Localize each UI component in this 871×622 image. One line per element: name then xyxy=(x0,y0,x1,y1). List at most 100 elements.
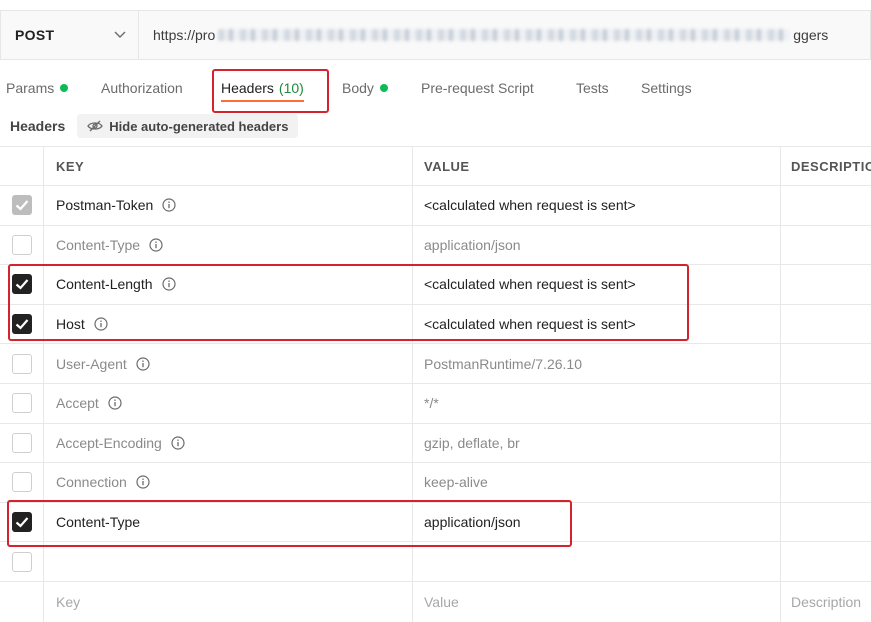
header-key: Accept xyxy=(56,395,99,412)
header-value: PostmanRuntime/7.26.10 xyxy=(424,355,582,372)
header-key: Postman-Token xyxy=(56,197,154,214)
row-checkbox[interactable] xyxy=(11,393,32,414)
table-row: Postman-Token <calculated when request is… xyxy=(0,186,871,226)
header-key-cell[interactable]: Connection xyxy=(44,463,413,502)
request-url-bar: POST https://pro ggers xyxy=(0,10,871,60)
info-icon[interactable] xyxy=(94,317,108,331)
row-checkbox-cell xyxy=(0,463,44,502)
headers-toolbar: Headers Hide auto-generated headers xyxy=(10,114,299,138)
header-value-cell[interactable]: application/json xyxy=(413,225,781,265)
new-value-input[interactable] xyxy=(413,542,781,581)
request-tabs: Params Authorization Headers (10) Body P… xyxy=(0,68,871,108)
tab-pre-request-script[interactable]: Pre-request Script xyxy=(421,68,534,108)
table-body: Postman-Token <calculated when request is… xyxy=(0,186,871,543)
header-key: Content-Length xyxy=(56,276,153,293)
header-value-cell[interactable]: gzip, deflate, br xyxy=(413,423,781,463)
info-icon[interactable] xyxy=(171,436,185,450)
row-checkbox[interactable] xyxy=(11,314,32,335)
header-description-cell[interactable] xyxy=(781,503,871,542)
tab-params[interactable]: Params xyxy=(6,68,69,108)
table-row: Connection keep-alive xyxy=(0,463,871,503)
header-value-cell[interactable]: <calculated when request is sent> xyxy=(413,265,781,304)
header-value: <calculated when request is sent> xyxy=(424,316,636,333)
tab-tests[interactable]: Tests xyxy=(576,68,609,108)
info-icon[interactable] xyxy=(161,277,176,292)
header-value-cell[interactable]: keep-alive xyxy=(413,463,781,502)
header-value-cell[interactable]: */* xyxy=(413,383,781,423)
new-description-input[interactable] xyxy=(781,542,871,581)
header-key-cell[interactable]: Accept xyxy=(44,383,413,423)
column-header-description: DESCRIPTIO xyxy=(791,158,871,174)
header-description-cell[interactable] xyxy=(781,384,871,423)
tab-authorization[interactable]: Authorization xyxy=(101,68,183,108)
row-checkbox-cell xyxy=(0,383,44,423)
header-description-cell[interactable] xyxy=(781,344,871,383)
header-value: <calculated when request is sent> xyxy=(424,197,636,214)
header-key-cell[interactable]: Content-Type xyxy=(44,502,413,542)
tab-label: Pre-request Script xyxy=(421,80,534,96)
tab-body[interactable]: Body xyxy=(342,68,388,108)
row-checkbox[interactable] xyxy=(11,195,32,216)
row-checkbox-cell xyxy=(0,225,44,265)
header-key: User-Agent xyxy=(56,355,127,372)
header-value-cell[interactable]: PostmanRuntime/7.26.10 xyxy=(413,344,781,383)
info-icon[interactable] xyxy=(136,475,150,490)
header-key-cell[interactable]: Postman-Token xyxy=(44,186,413,225)
header-key: Connection xyxy=(56,474,127,491)
table-row: Content-Type application/json xyxy=(0,502,871,543)
header-description-cell[interactable] xyxy=(781,186,871,225)
url-text-start: https://pro xyxy=(153,27,216,43)
table-row: Content-Type application/json xyxy=(0,225,871,266)
row-checkbox-cell xyxy=(0,186,44,225)
row-checkbox-cell xyxy=(0,502,44,542)
header-value-cell[interactable]: application/json xyxy=(413,502,781,542)
hide-auto-generated-headers-button[interactable]: Hide auto-generated headers xyxy=(77,114,299,138)
header-description-cell[interactable] xyxy=(781,424,871,463)
method-select[interactable]: POST xyxy=(0,10,138,60)
table-header-row: KEY VALUE DESCRIPTIO xyxy=(0,146,871,186)
header-value-cell[interactable]: <calculated when request is sent> xyxy=(413,186,781,225)
header-description-cell[interactable] xyxy=(781,463,871,502)
row-checkbox-cell xyxy=(0,542,44,581)
info-icon[interactable] xyxy=(136,357,150,371)
header-value: application/json xyxy=(424,236,521,253)
header-key-cell[interactable]: Content-Length xyxy=(44,265,413,304)
table-row: Accept-Encoding gzip, deflate, br xyxy=(0,423,871,464)
headers-table: KEY VALUE DESCRIPTIO Postman-Token <calcu… xyxy=(0,146,871,622)
table-row: Content-Length <calculated when request i… xyxy=(0,265,871,305)
new-key-input[interactable] xyxy=(44,542,413,581)
header-key-cell[interactable]: Host xyxy=(44,304,413,344)
info-icon[interactable] xyxy=(149,238,163,252)
url-input[interactable]: https://pro ggers xyxy=(138,10,871,60)
chevron-down-icon xyxy=(114,29,126,41)
row-checkbox[interactable] xyxy=(11,353,32,374)
header-value: gzip, deflate, br xyxy=(424,434,520,451)
header-description-cell[interactable] xyxy=(781,265,871,304)
row-checkbox[interactable] xyxy=(11,512,32,533)
header-description-cell[interactable] xyxy=(781,226,871,265)
tab-label: Tests xyxy=(576,80,609,96)
tab-headers[interactable]: Headers (10) xyxy=(221,68,304,108)
header-description-cell[interactable] xyxy=(781,305,871,344)
header-key-cell[interactable]: User-Agent xyxy=(44,344,413,383)
header-value-cell[interactable]: <calculated when request is sent> xyxy=(413,304,781,344)
eye-off-icon xyxy=(87,120,104,132)
header-value: application/json xyxy=(424,514,521,531)
tab-label: Settings xyxy=(641,80,692,96)
row-checkbox[interactable] xyxy=(11,551,32,572)
status-dot-icon xyxy=(60,84,69,92)
hide-button-label: Hide auto-generated headers xyxy=(109,118,289,134)
info-icon[interactable] xyxy=(162,198,176,212)
info-icon[interactable] xyxy=(108,396,122,410)
url-redacted-segment xyxy=(218,29,791,41)
row-checkbox[interactable] xyxy=(11,274,32,295)
row-checkbox-cell xyxy=(0,344,44,383)
column-header-key: KEY xyxy=(44,147,413,185)
header-key-cell[interactable]: Accept-Encoding xyxy=(44,423,413,463)
row-checkbox[interactable] xyxy=(11,234,32,255)
row-checkbox[interactable] xyxy=(11,432,32,453)
header-key-cell[interactable]: Content-Type xyxy=(44,225,413,265)
row-checkbox-cell xyxy=(0,423,44,463)
row-checkbox[interactable] xyxy=(11,472,32,493)
tab-settings[interactable]: Settings xyxy=(641,68,692,108)
